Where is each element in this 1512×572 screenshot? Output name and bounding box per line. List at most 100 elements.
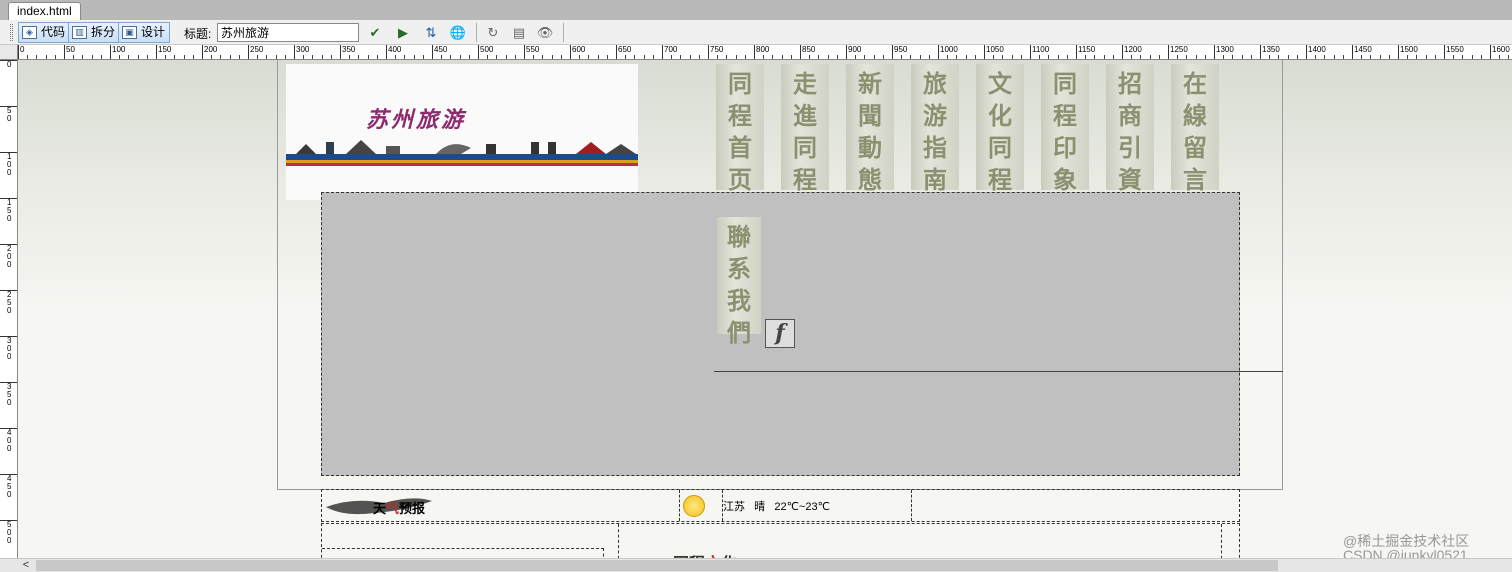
- ruler-h-tick: [698, 55, 700, 59]
- nav-item-label: 走進同程: [793, 69, 817, 194]
- scrollbar-thumb[interactable]: [36, 560, 1278, 571]
- document-toolbar: ◈ 代码 ▥ 拆分 ▣ 设计 标题: ✔ ▶ ⇅ 🌐 ↻ ▤ 👁: [0, 20, 1512, 45]
- ruler-h-tick: [220, 55, 222, 59]
- ruler-h-tick: [330, 55, 332, 59]
- nav-item-travel-guide[interactable]: 旅游指南: [911, 64, 959, 194]
- ruler-h-tick: [671, 55, 673, 59]
- toolbar-grip[interactable]: [10, 24, 13, 41]
- ruler-h-tick: [1462, 55, 1464, 59]
- nav-item-news[interactable]: 新聞動態: [846, 64, 894, 194]
- design-view-icon: ▣: [122, 26, 137, 39]
- code-view-button[interactable]: ◈ 代码: [18, 22, 71, 43]
- ruler-v-label: 400: [0, 428, 17, 453]
- skyline-graphic: [286, 140, 638, 166]
- ruler-h-tick: [1020, 55, 1022, 59]
- page-title-input[interactable]: [217, 23, 359, 42]
- ruler-h-tick: [1407, 55, 1409, 59]
- view-options-icon[interactable]: ▤: [508, 23, 530, 42]
- ruler-h-tick: [275, 55, 277, 59]
- validate-markup-icon[interactable]: ✔: [364, 23, 386, 42]
- nav-item-label: 旅游指南: [923, 69, 947, 194]
- ruler-h-tick: [1480, 55, 1482, 59]
- nav-item-label: 在線留言: [1183, 69, 1207, 194]
- ruler-h-tick: [1361, 55, 1363, 59]
- ruler-h-tick: [441, 55, 443, 59]
- nav-item-culture[interactable]: 文化同程: [976, 64, 1024, 194]
- nav-item-label: 同程首页: [728, 69, 752, 194]
- ruler-h-tick: [634, 55, 636, 59]
- ruler-h-tick: [717, 55, 719, 59]
- ruler-h-tick: [1425, 55, 1427, 59]
- design-canvas[interactable]: 苏州旅游 同程首页 走進同程 新聞動態 旅游指南 文化同程 同程印象 招商引資 …: [18, 60, 1512, 558]
- ruler-h-tick: [763, 55, 765, 59]
- ruler-h-tick: [1204, 55, 1206, 59]
- file-management-icon[interactable]: ⇅: [420, 23, 442, 42]
- nav-item-impression[interactable]: 同程印象: [1041, 64, 1089, 194]
- ruler-h-tick: [257, 55, 259, 59]
- design-view-label: 设计: [141, 25, 166, 39]
- split-view-button[interactable]: ▥ 拆分: [68, 22, 121, 43]
- nav-item-investment[interactable]: 招商引資: [1106, 64, 1154, 194]
- ruler-h-tick: [1131, 55, 1133, 59]
- ruler-h-tick: [818, 55, 820, 59]
- ruler-h-label: 300: [294, 45, 309, 59]
- ruler-h-tick: [560, 55, 562, 59]
- refresh-icon[interactable]: ↻: [482, 23, 504, 42]
- ruler-h-tick: [146, 55, 148, 59]
- scroll-left-arrow-icon[interactable]: <: [18, 559, 34, 572]
- ruler-v-label: 350: [0, 382, 17, 407]
- ruler-h-tick: [947, 55, 949, 59]
- ruler-corner[interactable]: [0, 45, 18, 60]
- ruler-h-tick: [413, 55, 415, 59]
- ruler-h-tick: [901, 55, 903, 59]
- ruler-h-tick: [827, 55, 829, 59]
- ruler-h-tick: [551, 55, 553, 59]
- ruler-h-tick: [266, 55, 268, 59]
- ruler-h-label: 500: [478, 45, 493, 59]
- ruler-h-tick: [496, 55, 498, 59]
- ruler-h-label: 750: [708, 45, 723, 59]
- ruler-h-tick: [27, 55, 29, 59]
- ruler-h-tick: [1324, 55, 1326, 59]
- nav-item-label: 招商引資: [1118, 69, 1142, 194]
- visual-aids-icon[interactable]: 👁: [534, 23, 556, 42]
- ruler-h-tick: [533, 55, 535, 59]
- nav-item-about[interactable]: 走進同程: [781, 64, 829, 194]
- ruler-v-label: 50: [0, 106, 17, 123]
- ruler-v-label: 0: [0, 60, 17, 69]
- toolbar-separator: [476, 23, 477, 42]
- check-browser-icon[interactable]: ▶: [392, 23, 414, 42]
- ruler-h-tick: [1453, 55, 1455, 59]
- flash-icon[interactable]: f: [765, 319, 795, 348]
- nav-item-label: 聯系我們: [727, 222, 751, 347]
- ruler-h-tick: [956, 55, 958, 59]
- ruler-v-label: 500: [0, 520, 17, 545]
- watermark: @稀土掘金技术社区 CSDN @junkyl0521: [1343, 533, 1470, 558]
- ruler-h-tick: [1416, 55, 1418, 59]
- ruler-v-label: 150: [0, 198, 17, 223]
- document-tab-index[interactable]: index.html: [8, 2, 81, 20]
- weather-title-part: 天: [373, 502, 387, 517]
- title-label: 标题:: [184, 27, 212, 41]
- preview-browser-icon[interactable]: 🌐: [447, 23, 469, 42]
- weather-title-part: 气: [386, 502, 400, 517]
- nav-item-label: 文化同程: [988, 69, 1012, 194]
- ruler-h-tick: [744, 55, 746, 59]
- horizontal-scrollbar[interactable]: <: [0, 558, 1512, 572]
- nav-item-label: 同程印象: [1053, 69, 1077, 194]
- ruler-h-tick: [82, 55, 84, 59]
- ruler-h-label: 350: [340, 45, 355, 59]
- ruler-h-tick: [1149, 55, 1151, 59]
- design-view-button[interactable]: ▣ 设计: [118, 22, 171, 43]
- ruler-h-tick: [579, 55, 581, 59]
- weather-text: 江苏 晴 22℃~23℃: [723, 501, 830, 513]
- nav-item-guestbook[interactable]: 在線留言: [1171, 64, 1219, 194]
- nav-item-contact[interactable]: 聯系我們: [717, 217, 761, 347]
- ruler-h-tick: [1195, 55, 1197, 59]
- weather-info-cell: 江苏 晴 22℃~23℃: [723, 490, 912, 521]
- code-view-label: 代码: [41, 25, 66, 39]
- nav-item-home[interactable]: 同程首页: [716, 64, 764, 194]
- ruler-h-tick: [183, 55, 185, 59]
- ruler-h-tick: [1287, 55, 1289, 59]
- ruler-h-label: 450: [432, 45, 447, 59]
